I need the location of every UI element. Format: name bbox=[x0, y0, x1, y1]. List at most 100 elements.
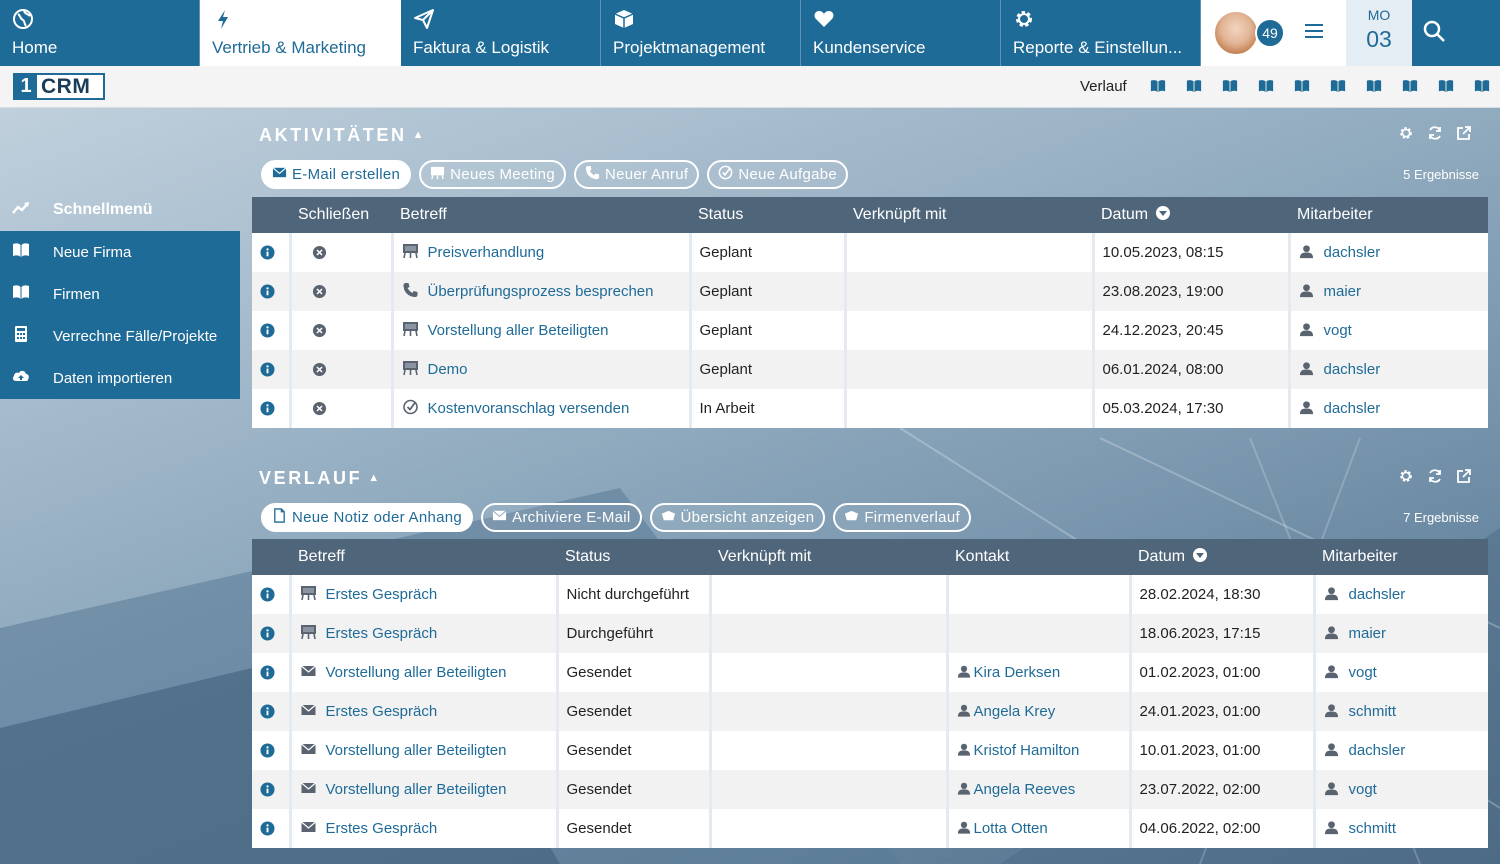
info-icon[interactable] bbox=[260, 586, 275, 603]
close-activity-icon[interactable] bbox=[312, 400, 327, 417]
column-header-employee[interactable]: Mitarbeiter bbox=[1289, 197, 1488, 233]
nav-tab-project-management[interactable]: Projektmanagement bbox=[601, 0, 801, 66]
info-icon[interactable] bbox=[260, 781, 275, 798]
gear-icon[interactable] bbox=[1398, 468, 1427, 486]
employee-link[interactable]: dachsler bbox=[1324, 244, 1381, 261]
column-header-linked[interactable]: Verknüpft mit bbox=[710, 539, 947, 575]
close-activity-icon[interactable] bbox=[312, 361, 327, 378]
new-note-button[interactable]: Neue Notiz oder Anhang bbox=[261, 503, 474, 532]
employee-link[interactable]: schmitt bbox=[1349, 820, 1397, 837]
info-icon[interactable] bbox=[260, 664, 275, 681]
contact-link[interactable]: Kristof Hamilton bbox=[974, 742, 1080, 759]
sort-descending-icon[interactable] bbox=[1193, 548, 1208, 562]
info-icon[interactable] bbox=[260, 400, 275, 417]
bookmark-icon[interactable] bbox=[1365, 78, 1401, 96]
subject-link[interactable]: Vorstellung aller Beteiligten bbox=[326, 663, 507, 680]
new-call-button[interactable]: Neuer Anruf bbox=[573, 160, 700, 189]
sidebar-item-billable-cases[interactable]: Verrechne Fälle/Projekte bbox=[0, 315, 240, 357]
info-icon[interactable] bbox=[260, 283, 275, 300]
contact-link[interactable]: Kira Derksen bbox=[974, 664, 1061, 681]
app-logo[interactable]: 1 CRM bbox=[13, 73, 105, 100]
info-icon[interactable] bbox=[260, 361, 275, 378]
nav-tab-home[interactable]: Home bbox=[0, 0, 200, 66]
create-email-button[interactable]: E-Mail erstellen bbox=[261, 160, 412, 189]
close-activity-icon[interactable] bbox=[312, 244, 327, 261]
column-header-date[interactable]: Datum bbox=[1130, 539, 1314, 575]
bookmark-icon[interactable] bbox=[1185, 78, 1221, 96]
column-header-date[interactable]: Datum bbox=[1093, 197, 1289, 233]
nav-tab-reports-settings[interactable]: Reporte & Einstellun... bbox=[1001, 0, 1201, 66]
bookmark-icon[interactable] bbox=[1329, 78, 1365, 96]
close-activity-icon[interactable] bbox=[312, 283, 327, 300]
search-button[interactable] bbox=[1412, 0, 1456, 66]
contact-link[interactable]: Angela Reeves bbox=[974, 781, 1076, 798]
employee-link[interactable]: dachsler bbox=[1324, 361, 1381, 378]
subject-link[interactable]: Demo bbox=[428, 360, 468, 377]
employee-link[interactable]: schmitt bbox=[1349, 703, 1397, 720]
subject-link[interactable]: Erstes Gespräch bbox=[326, 585, 438, 602]
contact-link[interactable]: Lotta Otten bbox=[974, 820, 1048, 837]
subject-link[interactable]: Überprüfungsprozess besprechen bbox=[428, 282, 654, 299]
refresh-icon[interactable] bbox=[1427, 125, 1456, 143]
subject-link[interactable]: Vorstellung aller Beteiligten bbox=[428, 321, 609, 338]
employee-link[interactable]: dachsler bbox=[1324, 400, 1381, 417]
subject-link[interactable]: Preisverhandlung bbox=[428, 243, 545, 260]
nav-tab-customer-service[interactable]: Kundenservice bbox=[801, 0, 1001, 66]
info-icon[interactable] bbox=[260, 244, 275, 261]
calendar-date[interactable]: MO 03 bbox=[1346, 0, 1412, 66]
contact-link[interactable]: Angela Krey bbox=[974, 703, 1056, 720]
bookmark-icon[interactable] bbox=[1473, 78, 1500, 96]
refresh-icon[interactable] bbox=[1427, 468, 1456, 486]
sidebar-item-import-data[interactable]: Daten importieren bbox=[0, 357, 240, 399]
info-icon[interactable] bbox=[260, 322, 275, 339]
employee-link[interactable]: maier bbox=[1324, 283, 1362, 300]
column-header-close[interactable]: Schließen bbox=[290, 197, 392, 233]
info-icon[interactable] bbox=[260, 703, 275, 720]
bookmark-icon[interactable] bbox=[1257, 78, 1293, 96]
subject-link[interactable]: Vorstellung aller Beteiligten bbox=[326, 780, 507, 797]
sidebar-item-companies[interactable]: Firmen bbox=[0, 273, 240, 315]
employee-link[interactable]: vogt bbox=[1349, 781, 1377, 798]
subject-link[interactable]: Erstes Gespräch bbox=[326, 702, 438, 719]
employee-link[interactable]: maier bbox=[1349, 625, 1387, 642]
external-link-icon[interactable] bbox=[1456, 468, 1485, 486]
column-header-subject[interactable]: Betreff bbox=[392, 197, 690, 233]
nav-tab-billing-logistics[interactable]: Faktura & Logistik bbox=[401, 0, 601, 66]
sort-descending-icon[interactable] bbox=[1156, 206, 1171, 220]
column-header-status[interactable]: Status bbox=[557, 539, 710, 575]
hamburger-menu-icon[interactable] bbox=[1305, 24, 1323, 42]
column-header-linked[interactable]: Verknüpft mit bbox=[845, 197, 1093, 233]
activities-panel-title[interactable]: AKTIVITÄTEN ▲ bbox=[259, 125, 426, 146]
bookmark-icon[interactable] bbox=[1149, 78, 1185, 96]
subject-link[interactable]: Kostenvoranschlag versenden bbox=[428, 399, 630, 416]
new-task-button[interactable]: Neue Aufgabe bbox=[707, 160, 849, 189]
subject-link[interactable]: Vorstellung aller Beteiligten bbox=[326, 741, 507, 758]
employee-link[interactable]: vogt bbox=[1349, 664, 1377, 681]
sidebar-item-new-company[interactable]: Neue Firma bbox=[0, 231, 240, 273]
subject-link[interactable]: Erstes Gespräch bbox=[326, 819, 438, 836]
column-header-status[interactable]: Status bbox=[690, 197, 845, 233]
show-overview-button[interactable]: Übersicht anzeigen bbox=[649, 503, 826, 532]
info-icon[interactable] bbox=[260, 625, 275, 642]
new-meeting-button[interactable]: Neues Meeting bbox=[419, 160, 566, 189]
close-activity-icon[interactable] bbox=[312, 322, 327, 339]
company-history-button[interactable]: Firmenverlauf bbox=[833, 503, 971, 532]
info-icon[interactable] bbox=[260, 742, 275, 759]
avatar[interactable] bbox=[1213, 10, 1259, 56]
bookmark-icon[interactable] bbox=[1401, 78, 1437, 96]
employee-link[interactable]: vogt bbox=[1324, 322, 1352, 339]
bookmark-icon[interactable] bbox=[1437, 78, 1473, 96]
nav-tab-sales-marketing[interactable]: Vertrieb & Marketing bbox=[200, 0, 401, 66]
employee-link[interactable]: dachsler bbox=[1349, 742, 1406, 759]
employee-link[interactable]: dachsler bbox=[1349, 586, 1406, 603]
history-panel-title[interactable]: VERLAUF ▲ bbox=[259, 468, 382, 489]
column-header-subject[interactable]: Betreff bbox=[290, 539, 557, 575]
user-menu[interactable]: 49 bbox=[1201, 0, 1346, 66]
info-icon[interactable] bbox=[260, 820, 275, 837]
notification-badge[interactable]: 49 bbox=[1255, 18, 1285, 48]
bookmark-icon[interactable] bbox=[1221, 78, 1257, 96]
external-link-icon[interactable] bbox=[1456, 125, 1485, 143]
gear-icon[interactable] bbox=[1398, 125, 1427, 143]
column-header-contact[interactable]: Kontakt bbox=[947, 539, 1130, 575]
column-header-employee[interactable]: Mitarbeiter bbox=[1314, 539, 1488, 575]
